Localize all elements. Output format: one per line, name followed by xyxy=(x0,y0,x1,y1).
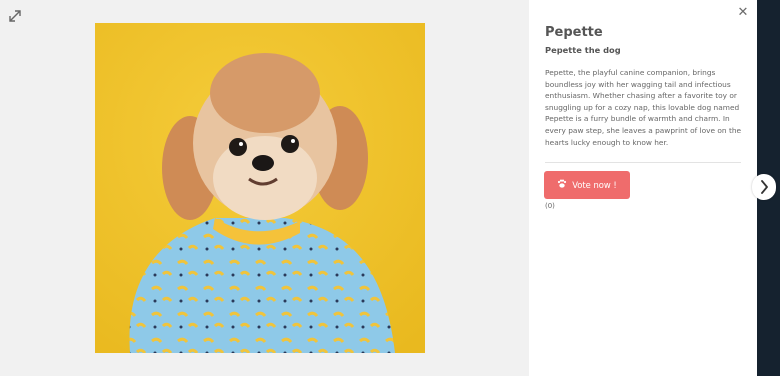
next-button[interactable] xyxy=(752,174,776,200)
vote-button-label: Vote now ! xyxy=(572,180,617,190)
details-panel: ✕ Pepette Pepette the dog Pepette, the p… xyxy=(529,0,757,376)
vote-button[interactable]: Vote now ! xyxy=(544,171,630,199)
pet-photo xyxy=(95,23,425,353)
section-divider xyxy=(545,162,741,163)
pet-subtitle: Pepette the dog xyxy=(545,45,621,55)
vote-count: (0) xyxy=(545,202,555,210)
chevron-right-icon xyxy=(761,180,768,194)
pet-name: Pepette xyxy=(545,25,603,40)
image-viewer-pane xyxy=(0,0,529,376)
pet-description: Pepette, the playful canine companion, b… xyxy=(545,68,742,147)
paw-icon xyxy=(557,179,567,191)
expand-icon[interactable] xyxy=(8,8,22,22)
close-icon[interactable]: ✕ xyxy=(737,6,749,19)
